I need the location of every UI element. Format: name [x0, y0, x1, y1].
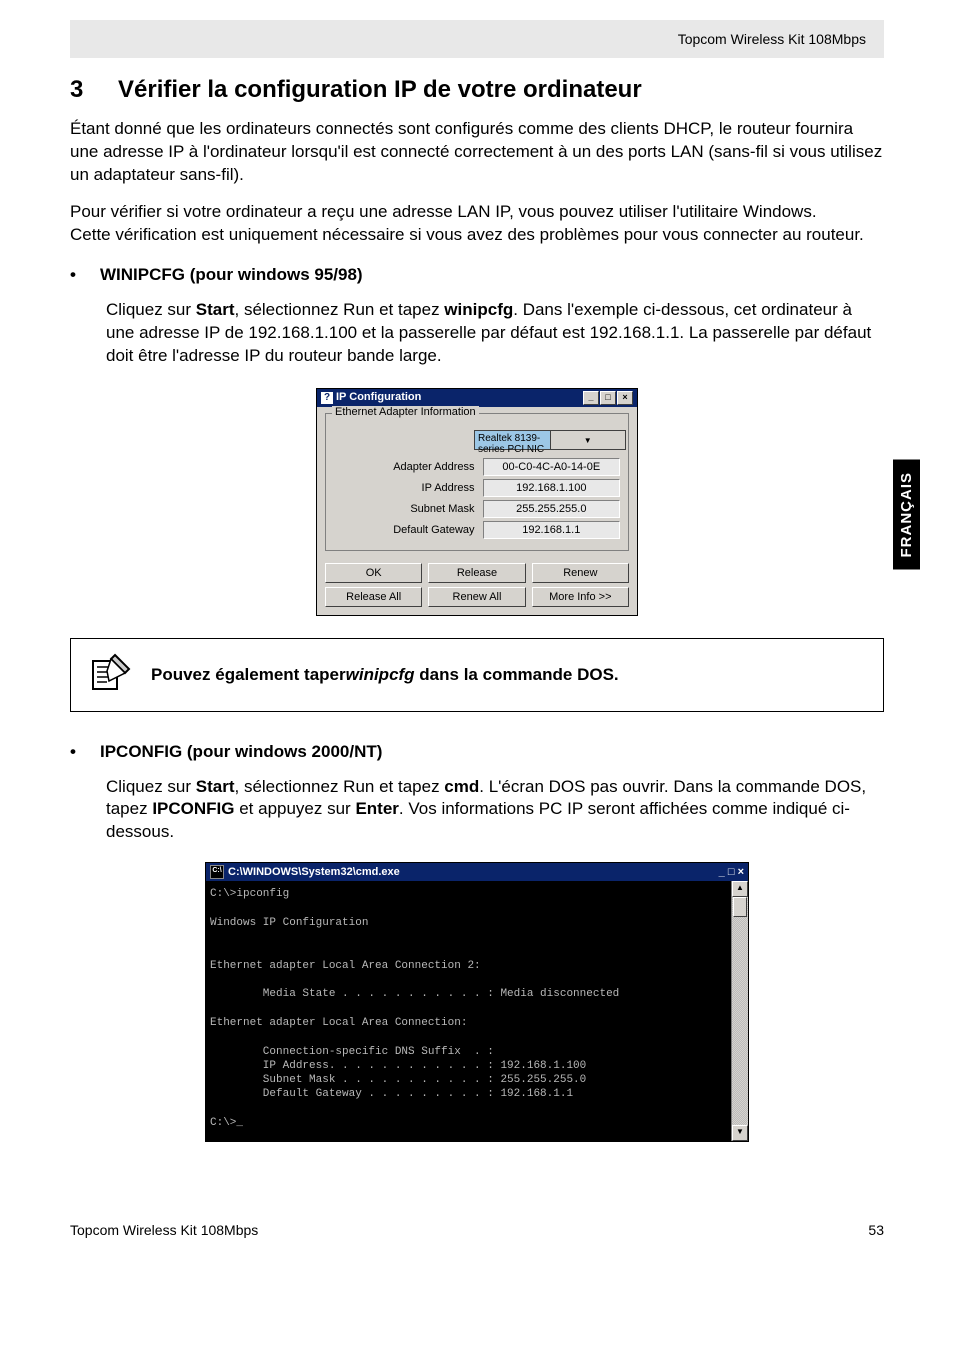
close-icon[interactable]: × — [738, 866, 744, 878]
renew-all-button[interactable]: Renew All — [428, 587, 525, 607]
renew-button[interactable]: Renew — [532, 563, 629, 583]
minimize-icon[interactable]: _ — [719, 866, 725, 878]
ethernet-groupbox: Ethernet Adapter Information Realtek 813… — [325, 413, 629, 551]
label-ip-address: IP Address — [334, 482, 483, 494]
section-title: Vérifier la configuration IP de votre or… — [118, 76, 642, 103]
bullet-icon: • — [70, 742, 100, 762]
footer-product: Topcom Wireless Kit 108Mbps — [70, 1222, 258, 1238]
bold-winipcfg: winipcfg — [444, 300, 513, 319]
button-row-1: OK Release Renew — [317, 559, 637, 587]
note-icon — [85, 651, 133, 699]
ipconfig-section: •IPCONFIG (pour windows 2000/NT) Cliquez… — [70, 742, 884, 845]
header-band: Topcom Wireless Kit 108Mbps — [70, 20, 884, 58]
maximize-icon[interactable]: □ — [728, 866, 735, 878]
cmd-window: C:\ C:\WINDOWS\System32\cmd.exe _ □ × C:… — [205, 862, 749, 1142]
release-button[interactable]: Release — [428, 563, 525, 583]
text: et appuyez sur — [234, 799, 355, 818]
text: , sélectionnez Run et tapez — [235, 300, 445, 319]
bullet-icon: • — [70, 265, 100, 285]
release-all-button[interactable]: Release All — [325, 587, 422, 607]
row-default-gateway: Default Gateway 192.168.1.1 — [334, 521, 620, 539]
note-box: Pouvez également taperwinipcfg dans la c… — [70, 638, 884, 712]
text: , sélectionnez Run et tapez — [235, 777, 445, 796]
scroll-down-icon[interactable]: ▼ — [732, 1125, 748, 1141]
cmd-titlebar: C:\ C:\WINDOWS\System32\cmd.exe _ □ × — [206, 863, 748, 881]
row-subnet-mask: Subnet Mask 255.255.255.0 — [334, 500, 620, 518]
page-content: Topcom Wireless Kit 108Mbps 3Vérifier la… — [0, 0, 954, 1182]
intro-paragraph-1: Étant donné que les ordinateurs connecté… — [70, 118, 884, 187]
ipconfig-body: Cliquez sur Start, sélectionnez Run et t… — [106, 776, 884, 845]
row-adapter-address: Adapter Address 00-C0-4C-A0-14-0E — [334, 458, 620, 476]
chevron-down-icon[interactable]: ▼ — [550, 431, 626, 449]
note-text: Pouvez également taperwinipcfg dans la c… — [151, 665, 619, 685]
more-info-button[interactable]: More Info >> — [532, 587, 629, 607]
close-icon[interactable]: × — [617, 391, 633, 405]
maximize-icon[interactable]: □ — [600, 391, 616, 405]
bold-start: Start — [196, 777, 235, 796]
cmd-scrollbar[interactable]: ▲ ▼ — [731, 881, 748, 1141]
ipcfg-title-label: IP Configuration — [336, 391, 421, 403]
button-row-2: Release All Renew All More Info >> — [317, 587, 637, 615]
value-adapter-address: 00-C0-4C-A0-14-0E — [483, 458, 620, 476]
bold-start: Start — [196, 300, 235, 319]
scroll-track[interactable] — [732, 897, 748, 1125]
minimize-icon[interactable]: _ — [583, 391, 599, 405]
language-tab: FRANÇAIS — [893, 460, 920, 570]
bold-enter: Enter — [355, 799, 398, 818]
label-adapter-address: Adapter Address — [334, 461, 483, 473]
header-product: Topcom Wireless Kit 108Mbps — [678, 31, 866, 47]
intro-paragraph-3: Cette vérification est uniquement nécess… — [70, 224, 884, 247]
ipcfg-titlebar: ?IP Configuration _ □ × — [317, 389, 637, 407]
note-cmd: winipcfg — [346, 665, 415, 684]
page-footer: Topcom Wireless Kit 108Mbps 53 — [0, 1182, 954, 1258]
groupbox-label: Ethernet Adapter Information — [332, 406, 479, 418]
winipcfg-heading: •WINIPCFG (pour windows 95/98) — [70, 265, 884, 285]
window-buttons: _ □ × — [583, 391, 633, 405]
scroll-up-icon[interactable]: ▲ — [732, 881, 748, 897]
label-default-gateway: Default Gateway — [334, 524, 483, 536]
value-default-gateway: 192.168.1.1 — [483, 521, 620, 539]
row-ip-address: IP Address 192.168.1.100 — [334, 479, 620, 497]
winipcfg-head-text: WINIPCFG (pour windows 95/98) — [100, 265, 363, 284]
cmd-title-text: C:\WINDOWS\System32\cmd.exe — [228, 866, 400, 878]
cmd-window-wrap: C:\ C:\WINDOWS\System32\cmd.exe _ □ × C:… — [70, 862, 884, 1142]
cmd-icon: C:\ — [210, 865, 224, 879]
bold-cmd: cmd — [444, 777, 479, 796]
window-buttons: _ □ × — [719, 866, 744, 878]
text: Cliquez sur — [106, 300, 196, 319]
cmd-output: C:\>ipconfig Windows IP Configuration Et… — [206, 881, 731, 1141]
ipconfig-head-text: IPCONFIG (pour windows 2000/NT) — [100, 742, 382, 761]
page-number: 53 — [868, 1222, 884, 1238]
text: Cliquez sur — [106, 777, 196, 796]
winipcfg-section: •WINIPCFG (pour windows 95/98) Cliquez s… — [70, 265, 884, 368]
scroll-thumb[interactable] — [733, 897, 747, 917]
ipcfg-title-text: ?IP Configuration — [321, 391, 421, 404]
section-heading: 3Vérifier la configuration IP de votre o… — [70, 76, 884, 104]
question-icon: ? — [321, 392, 333, 404]
bold-ipconfig: IPCONFIG — [152, 799, 234, 818]
ipcfg-dialog: ?IP Configuration _ □ × Ethernet Adapter… — [316, 388, 638, 616]
ipcfg-dialog-wrap: ?IP Configuration _ □ × Ethernet Adapter… — [70, 388, 884, 616]
intro-paragraph-2: Pour vérifier si votre ordinateur a reçu… — [70, 201, 884, 224]
ipconfig-heading: •IPCONFIG (pour windows 2000/NT) — [70, 742, 884, 762]
note-pre: Pouvez également taper — [151, 665, 346, 684]
adapter-combo[interactable]: Realtek 8139-series PCI NIC ▼ — [474, 430, 620, 450]
winipcfg-body: Cliquez sur Start, sélectionnez Run et t… — [106, 299, 884, 368]
note-post: dans la commande DOS. — [415, 665, 619, 684]
value-subnet-mask: 255.255.255.0 — [483, 500, 620, 518]
label-subnet-mask: Subnet Mask — [334, 503, 483, 515]
section-number: 3 — [70, 76, 118, 104]
ok-button[interactable]: OK — [325, 563, 422, 583]
value-ip-address: 192.168.1.100 — [483, 479, 620, 497]
adapter-combo-value: Realtek 8139-series PCI NIC — [475, 431, 550, 449]
